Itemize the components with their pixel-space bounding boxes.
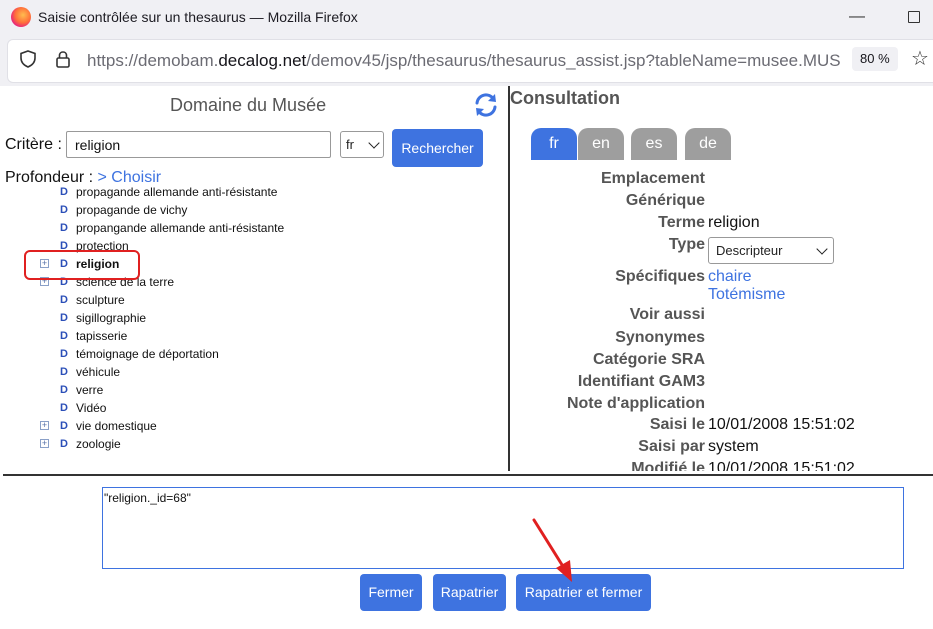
modifie-le-value: 10/01/2008 15:51:02 [708,460,855,471]
thesaurus-tree-panel: Domaine du Musée Critère : religion fr R… [0,86,507,475]
descriptor-icon: D [60,312,68,324]
window-titlebar: Saisie contrôlée sur un thesaurus — Mozi… [0,0,933,34]
lock-icon[interactable] [55,50,71,68]
saisi-le-label: Saisi le [649,416,705,433]
descriptor-icon: D [60,402,68,414]
tab-fr[interactable]: fr [531,128,577,160]
tree-item-label[interactable]: propagande de vichy [76,201,187,219]
url-prefix: https://demobam. [87,51,219,70]
fermer-button[interactable]: Fermer [360,574,422,611]
descriptor-icon: D [60,186,68,198]
terme-value: religion [708,214,760,231]
tree-item[interactable]: Dtémoignage de déportation [0,345,507,363]
tree-item[interactable]: Dverre [0,381,507,399]
chevron-down-icon [368,137,380,149]
tree-item-label[interactable]: Vidéo [76,399,106,417]
tree-item-label[interactable]: sigillographie [76,309,146,327]
navigation-bar: https://demobam.decalog.net/demov45/jsp/… [0,34,933,86]
tree-item-label[interactable]: véhicule [76,363,120,381]
terme-label: Terme [658,214,705,231]
tree-item-label[interactable]: propagande allemande anti-résistante [76,183,277,201]
expand-icon[interactable]: + [40,439,49,448]
descriptor-icon: D [60,330,68,342]
tree-item-label[interactable]: témoignage de déportation [76,345,219,363]
descriptor-icon: D [60,222,68,234]
refresh-icon[interactable] [473,92,499,118]
specifiques-label: Spécifiques [615,268,705,285]
search-button[interactable]: Rechercher [392,129,483,167]
firefox-logo-icon [11,7,31,27]
specifique-link[interactable]: Totémisme [708,286,785,304]
voir-aussi-label: Voir aussi [629,306,705,323]
url-host: decalog.net [218,51,307,70]
tab-es[interactable]: es [631,128,677,160]
tree-item[interactable]: + Dvie domestique [0,417,507,435]
type-select-value: Descripteur [716,243,783,258]
critere-input[interactable]: religion [66,131,331,158]
tab-en[interactable]: en [578,128,624,160]
tree-item[interactable]: Dsigillographie [0,309,507,327]
saisi-par-label: Saisi par [638,438,705,455]
categorie-sra-label: Catégorie SRA [592,351,705,368]
tree-item[interactable]: + Dzoologie [0,435,507,453]
tree-item-label[interactable]: vie domestique [76,417,157,435]
specifique-link[interactable]: chaire [708,268,752,286]
shield-icon[interactable] [20,50,36,68]
critere-label: Critère : [5,136,62,153]
star-icon[interactable]: ☆ [911,46,929,71]
page-content: Domaine du Musée Critère : religion fr R… [0,86,933,629]
tree-item-label[interactable]: zoologie [76,435,121,453]
url-suffix: /demov45/jsp/thesaurus/thesaurus_assist.… [306,51,841,70]
descriptor-icon: D [60,204,68,216]
maximize-button[interactable] [902,6,924,28]
tree-item[interactable]: Dtapisserie [0,327,507,345]
maximize-icon [908,11,920,23]
descriptor-icon: D [60,438,68,450]
type-select[interactable]: Descripteur [708,237,834,264]
zoom-level-badge[interactable]: 80 % [852,47,898,71]
modifie-le-label: Modifié le [631,460,705,471]
tree-item-label[interactable]: verre [76,381,103,399]
selection-highlight [24,250,140,280]
rapatrier-button[interactable]: Rapatrier [433,574,506,611]
tree-item[interactable]: Dpropagande allemande anti-résistante [0,183,507,201]
expand-icon[interactable]: + [40,421,49,430]
descriptor-icon: D [60,384,68,396]
tree-item[interactable]: Dpropagande de vichy [0,201,507,219]
descriptor-icon: D [60,294,68,306]
language-select[interactable]: fr [340,131,384,158]
tree-item-label[interactable]: propangande allemande anti-résistante [76,219,284,237]
url-text[interactable]: https://demobam.decalog.net/demov45/jsp/… [87,51,845,71]
consultation-title: Consultation [510,88,620,108]
note-application-label: Note d'application [566,395,705,412]
tree-item[interactable]: Dvéhicule [0,363,507,381]
minimize-button[interactable]: — [846,6,868,28]
descriptor-icon: D [60,348,68,360]
horizontal-divider [3,474,933,476]
chevron-down-icon [816,243,828,255]
tree-item-label[interactable]: tapisserie [76,327,127,345]
descriptor-icon: D [60,420,68,432]
tree-item[interactable]: Dpropangande allemande anti-résistante [0,219,507,237]
domain-title: Domaine du Musée [170,95,327,115]
consultation-panel: Consultation fr en es de Emplacement Gén… [510,86,933,471]
emplacement-label: Emplacement [600,170,705,187]
language-select-value: fr [346,137,354,152]
result-textarea[interactable]: "religion._id=68" [102,487,904,569]
tree-item-label[interactable]: sculpture [76,291,125,309]
type-label: Type [668,236,705,253]
tree-item[interactable]: Dsculpture [0,291,507,309]
tab-de[interactable]: de [685,128,731,160]
tree-item[interactable]: D Vidéo [0,399,507,417]
window-title: Saisie contrôlée sur un thesaurus — Mozi… [38,9,358,25]
identifiant-gam3-label: Identifiant GAM3 [577,373,705,390]
descriptor-icon: D [60,366,68,378]
saisi-par-value: system [708,438,759,455]
saisi-le-value: 10/01/2008 15:51:02 [708,416,855,433]
annotation-arrow-icon [532,518,572,582]
synonymes-label: Synonymes [615,329,705,346]
generique-label: Générique [625,192,705,209]
